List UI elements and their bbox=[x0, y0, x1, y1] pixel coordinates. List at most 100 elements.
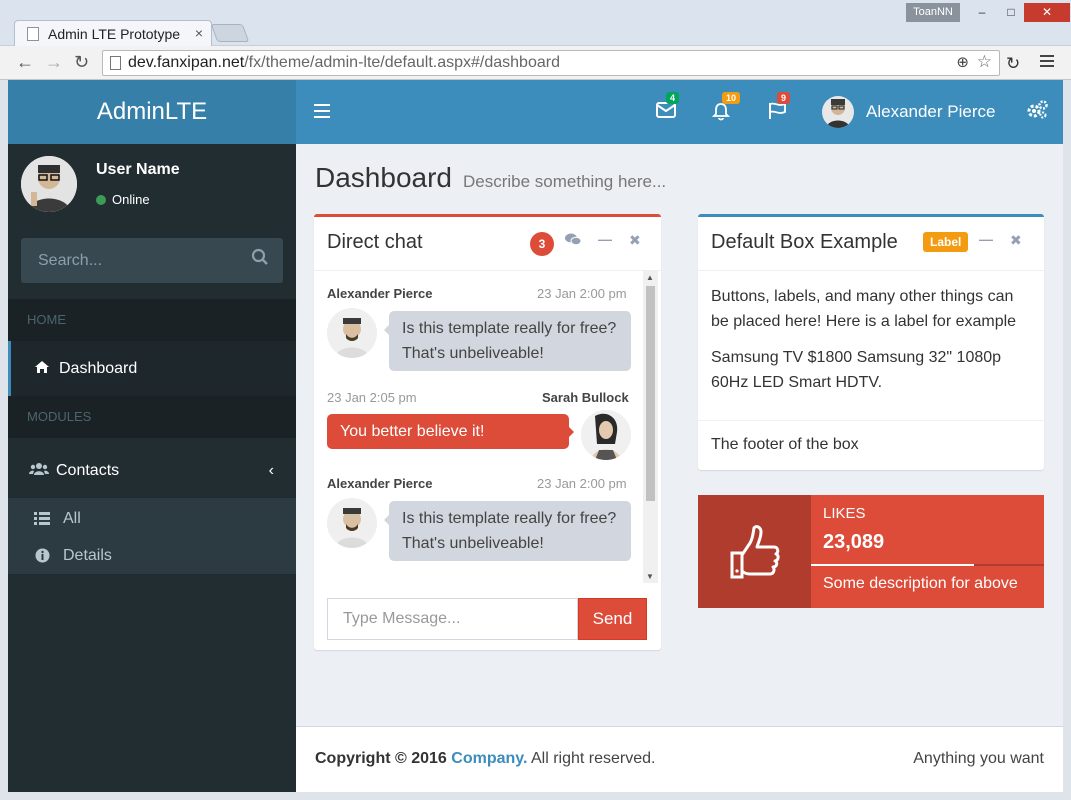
thumbs-up-icon bbox=[698, 495, 811, 608]
chat-msg-time: 23 Jan 2:05 pm bbox=[327, 390, 417, 405]
back-arrow-icon[interactable]: ← bbox=[16, 52, 34, 73]
sidebar-item-label: Contacts bbox=[56, 462, 120, 479]
page-subtitle: Describe something here... bbox=[463, 172, 667, 191]
user-menu-name: Alexander Pierce bbox=[866, 102, 996, 121]
page-favicon-icon bbox=[27, 27, 39, 41]
box-footer: The footer of the box bbox=[711, 436, 859, 453]
chat-message-bubble: You better believe it! bbox=[327, 414, 574, 449]
bell-icon bbox=[711, 103, 731, 121]
info-box-description: Some description for above bbox=[823, 575, 1018, 592]
chat-messages[interactable]: Alexander Pierce 23 Jan 2:00 pm Is this … bbox=[314, 271, 661, 583]
sidebar-header-home: HOME bbox=[8, 299, 296, 341]
collapse-icon[interactable]: — bbox=[598, 231, 612, 247]
chat-message-bubble: Is this template really for free? That's… bbox=[384, 501, 631, 561]
box-body-paragraph: Samsung TV $1800 Samsung 32" 1080p 60Hz … bbox=[711, 349, 1002, 391]
online-dot-icon bbox=[96, 195, 106, 205]
footer-copyright: Copyright © 2016 Company. All right rese… bbox=[315, 750, 656, 767]
chat-message-input[interactable] bbox=[327, 598, 578, 640]
bookmark-star-icon[interactable]: ☆ bbox=[977, 52, 992, 72]
app-logo[interactable]: AdminLTE bbox=[8, 80, 296, 144]
admin-app: AdminLTE 4 10 9 Alexander Pierce User Na… bbox=[8, 80, 1063, 792]
avatar bbox=[822, 96, 854, 128]
users-icon bbox=[28, 443, 50, 498]
sidebar-header-modules: MODULES bbox=[8, 396, 296, 438]
box-title: Default Box Example bbox=[711, 231, 898, 253]
page-title: Dashboard bbox=[315, 162, 452, 193]
scroll-up-icon[interactable]: ▲ bbox=[646, 273, 654, 282]
likes-info-box: LIKES 23,089 Some description for above bbox=[698, 495, 1044, 608]
default-box: Default Box Example Label — ✖ Buttons, l… bbox=[698, 214, 1044, 470]
info-box-label: LIKES bbox=[823, 505, 866, 522]
chat-scrollbar[interactable]: ▲ ▼ bbox=[643, 271, 658, 583]
reload-icon[interactable]: ↻ bbox=[74, 52, 89, 73]
submenu-item-details[interactable]: Details bbox=[8, 538, 296, 574]
notifications-menu[interactable]: 10 bbox=[711, 92, 741, 126]
company-link[interactable]: Company. bbox=[451, 750, 527, 767]
scroll-down-icon[interactable]: ▼ bbox=[646, 572, 654, 581]
chat-message-bubble: Is this template really for free? That's… bbox=[384, 311, 631, 371]
box-body-paragraph: Buttons, labels, and many other things c… bbox=[711, 288, 1017, 330]
sidebar-search-input[interactable] bbox=[21, 238, 241, 283]
send-button[interactable]: Send bbox=[578, 598, 647, 640]
minimize-icon[interactable]: – bbox=[968, 3, 996, 22]
info-box-number: 23,089 bbox=[823, 531, 885, 553]
flag-icon bbox=[769, 102, 786, 119]
sidebar-toggle-icon[interactable] bbox=[314, 104, 330, 122]
main-footer: Copyright © 2016 Company. All right rese… bbox=[296, 726, 1063, 792]
contacts-submenu: All Details bbox=[8, 498, 296, 574]
avatar bbox=[327, 308, 377, 358]
extension-icon[interactable]: ↻ bbox=[1006, 54, 1020, 74]
progress-fill bbox=[811, 564, 975, 566]
gears-icon[interactable] bbox=[1026, 100, 1048, 126]
submenu-label: Details bbox=[63, 547, 112, 564]
sidebar-user-name: User Name bbox=[96, 161, 180, 178]
close-window-icon[interactable]: ✕ bbox=[1024, 3, 1070, 22]
home-icon bbox=[31, 341, 53, 396]
tasks-menu[interactable]: 9 bbox=[767, 92, 791, 125]
tab-close-icon[interactable]: × bbox=[195, 25, 203, 41]
forward-arrow-icon[interactable]: → bbox=[45, 52, 63, 73]
sidebar-item-contacts[interactable]: Contacts ‹ bbox=[8, 443, 296, 498]
page-icon bbox=[110, 56, 121, 70]
chat-msg-name: Alexander Pierce bbox=[327, 286, 433, 301]
avatar bbox=[21, 156, 77, 212]
os-user-chip[interactable]: ToanNN bbox=[906, 3, 960, 22]
top-navbar: 4 10 9 Alexander Pierce bbox=[296, 80, 1063, 144]
sidebar-item-dashboard[interactable]: Dashboard bbox=[8, 341, 296, 396]
chat-msg-time: 23 Jan 2:00 pm bbox=[537, 286, 627, 301]
browser-tab-strip: Admin LTE Prototype × ToanNN – □ ✕ bbox=[0, 0, 1071, 47]
new-tab-button[interactable] bbox=[210, 24, 250, 42]
info-icon bbox=[32, 538, 52, 574]
chat-msg-name: Sarah Bullock bbox=[542, 390, 629, 405]
sidebar: User Name Online HOME Dashboard MODULES … bbox=[8, 144, 296, 792]
chat-msg-name: Alexander Pierce bbox=[327, 476, 433, 491]
chevron-left-icon: ‹ bbox=[268, 462, 274, 479]
avatar bbox=[327, 498, 377, 548]
box-header-divider bbox=[698, 270, 1044, 271]
browser-tab[interactable]: Admin LTE Prototype × bbox=[14, 20, 212, 47]
avatar bbox=[581, 410, 631, 460]
sidebar-search bbox=[21, 238, 283, 283]
label-badge: Label bbox=[923, 232, 969, 252]
box-title: Direct chat bbox=[327, 231, 423, 253]
comments-icon[interactable] bbox=[565, 233, 582, 249]
list-icon bbox=[32, 501, 52, 537]
browser-toolbar: ← → ↻ dev.fanxipan.net/fx/theme/admin-lt… bbox=[0, 46, 1071, 80]
search-icon[interactable] bbox=[251, 248, 269, 271]
scrollbar-thumb[interactable] bbox=[646, 286, 655, 501]
close-icon[interactable]: ✖ bbox=[1010, 232, 1022, 249]
zoom-icon[interactable]: ⊕ bbox=[956, 53, 969, 71]
browser-menu-icon[interactable] bbox=[1040, 55, 1054, 70]
chat-count-badge: 3 bbox=[530, 232, 554, 256]
collapse-icon[interactable]: — bbox=[979, 231, 993, 247]
maximize-icon[interactable]: □ bbox=[997, 3, 1025, 22]
envelope-icon bbox=[656, 102, 676, 118]
chat-msg-time: 23 Jan 2:00 pm bbox=[537, 476, 627, 491]
messages-menu[interactable]: 4 bbox=[656, 92, 680, 123]
submenu-item-all[interactable]: All bbox=[8, 501, 296, 537]
box-footer-divider bbox=[698, 420, 1044, 421]
address-bar[interactable]: dev.fanxipan.net/fx/theme/admin-lte/defa… bbox=[102, 50, 1000, 76]
tasks-badge: 9 bbox=[777, 92, 791, 104]
close-icon[interactable]: ✖ bbox=[629, 232, 641, 249]
progress-bar bbox=[811, 564, 1044, 566]
